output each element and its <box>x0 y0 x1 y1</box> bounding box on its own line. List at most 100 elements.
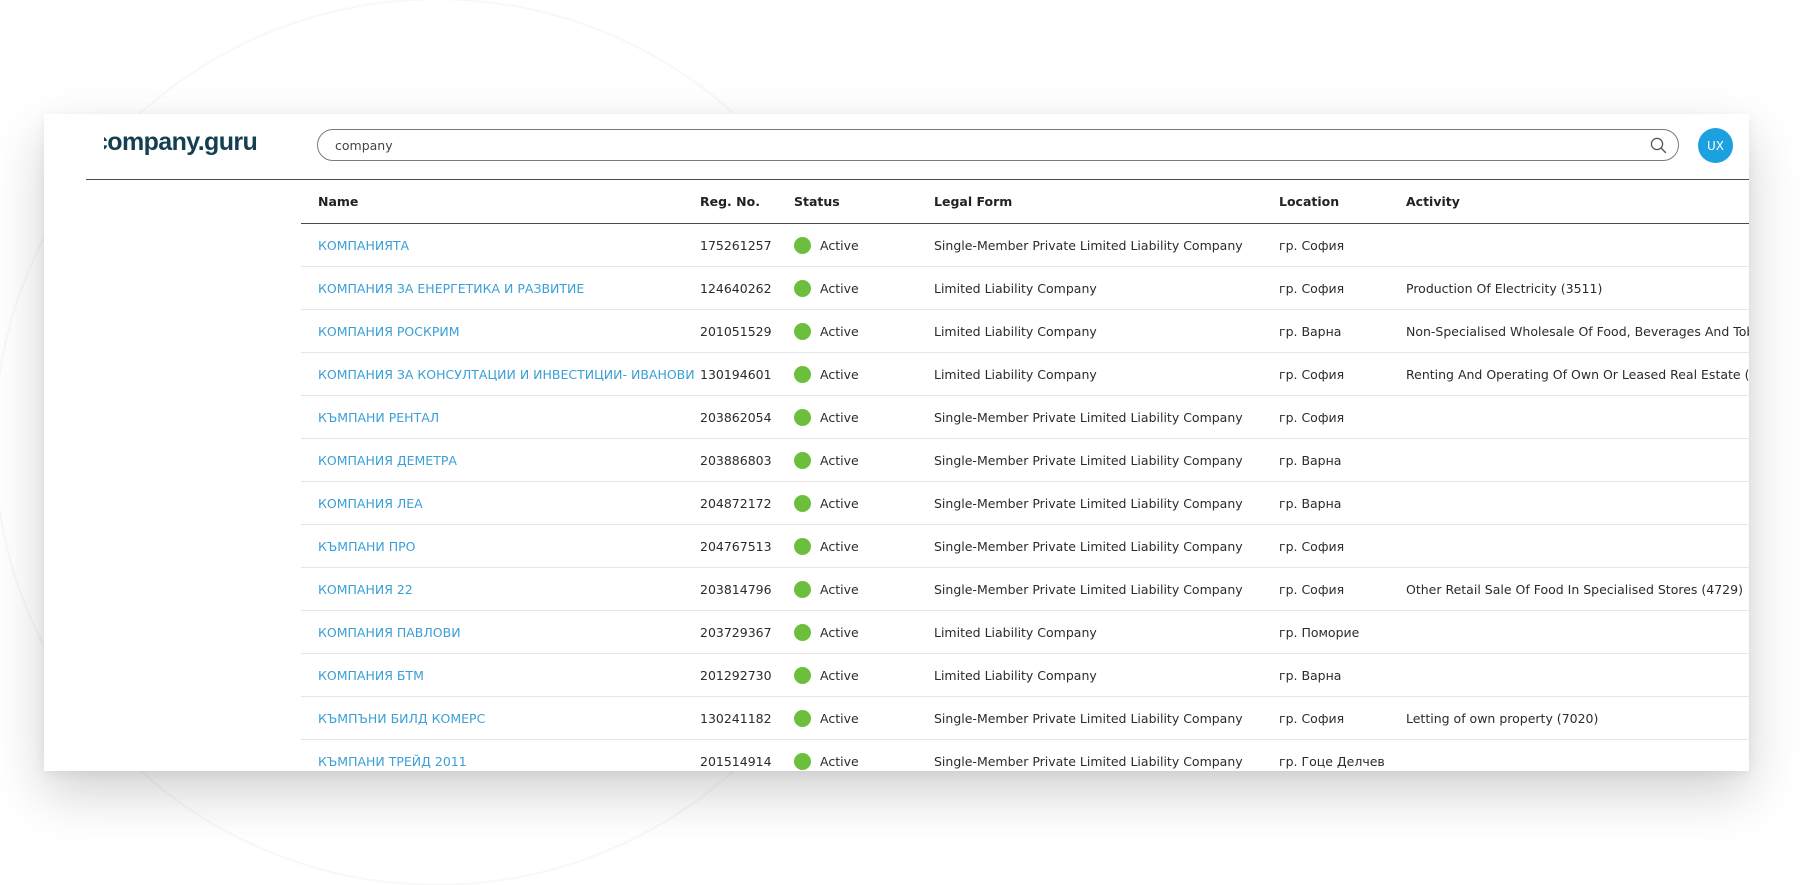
company-name-link[interactable]: КЪМПАНИ ПРО <box>318 525 416 567</box>
column-header-reg-no[interactable]: Reg. No. <box>700 180 760 223</box>
location: гр. Варна <box>1279 495 1342 511</box>
reg-number: 124640262 <box>700 280 772 296</box>
status-label: Active <box>820 667 859 683</box>
activity: Other Retail Sale Of Food In Specialised… <box>1406 581 1743 597</box>
column-header-location[interactable]: Location <box>1279 180 1339 223</box>
table-row[interactable]: КОМПАНИЯТА 175261257 Active Single-Member P… <box>301 224 1749 267</box>
status-active-icon <box>794 494 811 512</box>
legal-form: Single-Member Private Limited Liability … <box>934 538 1243 554</box>
column-header-legal-form[interactable]: Legal Form <box>934 180 1012 223</box>
status-cell: Active <box>794 697 859 739</box>
location: гр. Поморие <box>1279 624 1360 640</box>
status-active-icon <box>794 666 811 684</box>
reg-number: 201514914 <box>700 753 772 769</box>
legal-form: Single-Member Private Limited Liability … <box>934 409 1243 425</box>
column-header-activity[interactable]: Activity <box>1406 180 1460 223</box>
location: гр. София <box>1279 409 1345 425</box>
company-name-link[interactable]: КОМПАНИЯ ЗА ЕНЕРГЕТИКА И РАЗВИТИЕ <box>318 267 584 309</box>
legal-form: Single-Member Private Limited Liability … <box>934 710 1243 726</box>
status-label: Active <box>820 495 859 511</box>
status-cell: Active <box>794 353 859 395</box>
status-active-icon <box>794 451 811 469</box>
status-label: Active <box>820 452 859 468</box>
company-name-link[interactable]: КОМПАНИЯ ПАВЛОВИ <box>318 611 461 653</box>
table-row[interactable]: КОМПАНИЯ БТМ 201292730 Active Limited Liabi… <box>301 654 1749 697</box>
status-active-icon <box>794 236 811 254</box>
sidebar-divider <box>86 179 327 180</box>
location: гр. София <box>1279 538 1345 554</box>
company-name-link[interactable]: КЪМПАНИ ТРЕЙД 2011 <box>318 740 467 771</box>
search-input[interactable] <box>335 137 1648 153</box>
logo-text: company.guru <box>104 128 258 156</box>
table-row[interactable]: КЪМПАНИ РЕНТАЛ 203862054 Active Single-Memb… <box>301 396 1749 439</box>
reg-number: 203814796 <box>700 581 772 597</box>
table-row[interactable]: КЪМПЪНИ БИЛД КОМЕРС 130241182 Active Single… <box>301 697 1749 740</box>
status-cell: Active <box>794 482 859 524</box>
column-header-status[interactable]: Status <box>794 180 840 223</box>
location: гр. София <box>1279 581 1345 597</box>
table-body: КОМПАНИЯТА 175261257 Active Single-Member P… <box>301 224 1749 771</box>
legal-form: Limited Liability Company <box>934 624 1097 640</box>
reg-number: 204872172 <box>700 495 772 511</box>
status-active-icon <box>794 537 811 555</box>
status-active-icon <box>794 709 811 727</box>
status-cell: Active <box>794 439 859 481</box>
table-row[interactable]: КЪМПАНИ ПРО 204767513 Active Single-Member … <box>301 525 1749 568</box>
status-cell: Active <box>794 267 859 309</box>
reg-number: 201051529 <box>700 323 772 339</box>
location: гр. Варна <box>1279 452 1342 468</box>
reg-number: 130194601 <box>700 366 772 382</box>
status-label: Active <box>820 366 859 382</box>
legal-form: Single-Member Private Limited Liability … <box>934 237 1243 253</box>
company-name-link[interactable]: КОМПАНИЯ 22 <box>318 568 413 610</box>
table-row[interactable]: КОМПАНИЯ ПАВЛОВИ 203729367 Active Limited L… <box>301 611 1749 654</box>
company-name-link[interactable]: КОМПАНИЯ РОСКРИМ <box>318 310 460 352</box>
reg-number: 203729367 <box>700 624 772 640</box>
company-name-link[interactable]: КОМПАНИЯ ДЕМЕТРА <box>318 439 457 481</box>
location: гр. Варна <box>1279 323 1342 339</box>
table-header: Name Reg. No. Status Legal Form Location… <box>301 179 1749 224</box>
status-cell: Active <box>794 525 859 567</box>
status-cell: Active <box>794 224 859 266</box>
company-name-link[interactable]: КОМПАНИЯ БТМ <box>318 654 424 696</box>
search-bar[interactable] <box>317 129 1679 161</box>
location: гр. София <box>1279 237 1345 253</box>
location: гр. Варна <box>1279 667 1342 683</box>
status-label: Active <box>820 710 859 726</box>
location: гр. София <box>1279 280 1345 296</box>
user-avatar[interactable]: UX <box>1698 128 1733 163</box>
company-name-link[interactable]: КОМПАНИЯТА <box>318 224 409 266</box>
reg-number: 130241182 <box>700 710 772 726</box>
column-header-name[interactable]: Name <box>318 180 358 223</box>
location: гр. София <box>1279 710 1345 726</box>
company-name-link[interactable]: КОМПАНИЯ ЗА КОНСУЛТАЦИИ И ИНВЕСТИЦИИ- ИВ… <box>318 353 695 395</box>
reg-number: 203862054 <box>700 409 772 425</box>
company-name-link[interactable]: КЪМПАНИ РЕНТАЛ <box>318 396 439 438</box>
status-label: Active <box>820 538 859 554</box>
search-icon[interactable] <box>1648 135 1668 155</box>
table-row[interactable]: КОМПАНИЯ ЛЕА 204872172 Active Single-Member… <box>301 482 1749 525</box>
legal-form: Single-Member Private Limited Liability … <box>934 753 1243 769</box>
table-row[interactable]: КОМПАНИЯ ДЕМЕТРА 203886803 Active Single-Me… <box>301 439 1749 482</box>
app-window: company.guru UX Name Reg. No. Status Leg… <box>44 114 1749 771</box>
status-label: Active <box>820 581 859 597</box>
table-row[interactable]: КОМПАНИЯ РОСКРИМ 201051529 Active Limited L… <box>301 310 1749 353</box>
status-label: Active <box>820 237 859 253</box>
table-row[interactable]: КОМПАНИЯ ЗА КОНСУЛТАЦИИ И ИНВЕСТИЦИИ- ИВ… <box>301 353 1749 396</box>
reg-number: 204767513 <box>700 538 772 554</box>
status-cell: Active <box>794 611 859 653</box>
status-active-icon <box>794 623 811 641</box>
legal-form: Limited Liability Company <box>934 366 1097 382</box>
results-table: Name Reg. No. Status Legal Form Location… <box>301 179 1749 771</box>
table-row[interactable]: КЪМПАНИ ТРЕЙД 2011 201514914 Active Single-… <box>301 740 1749 771</box>
user-initials: UX <box>1706 138 1724 153</box>
status-label: Active <box>820 753 859 769</box>
company-name-link[interactable]: КЪМПЪНИ БИЛД КОМЕРС <box>318 697 485 739</box>
activity: Production Of Electricity (3511) <box>1406 280 1603 296</box>
table-row[interactable]: КОМПАНИЯ ЗА ЕНЕРГЕТИКА И РАЗВИТИЕ 1246402… <box>301 267 1749 310</box>
legal-form: Single-Member Private Limited Liability … <box>934 581 1243 597</box>
location: гр. Гоце Делчев <box>1279 753 1385 769</box>
logo[interactable]: company.guru <box>104 128 264 158</box>
table-row[interactable]: КОМПАНИЯ 22 203814796 Active Single-Member … <box>301 568 1749 611</box>
company-name-link[interactable]: КОМПАНИЯ ЛЕА <box>318 482 423 524</box>
